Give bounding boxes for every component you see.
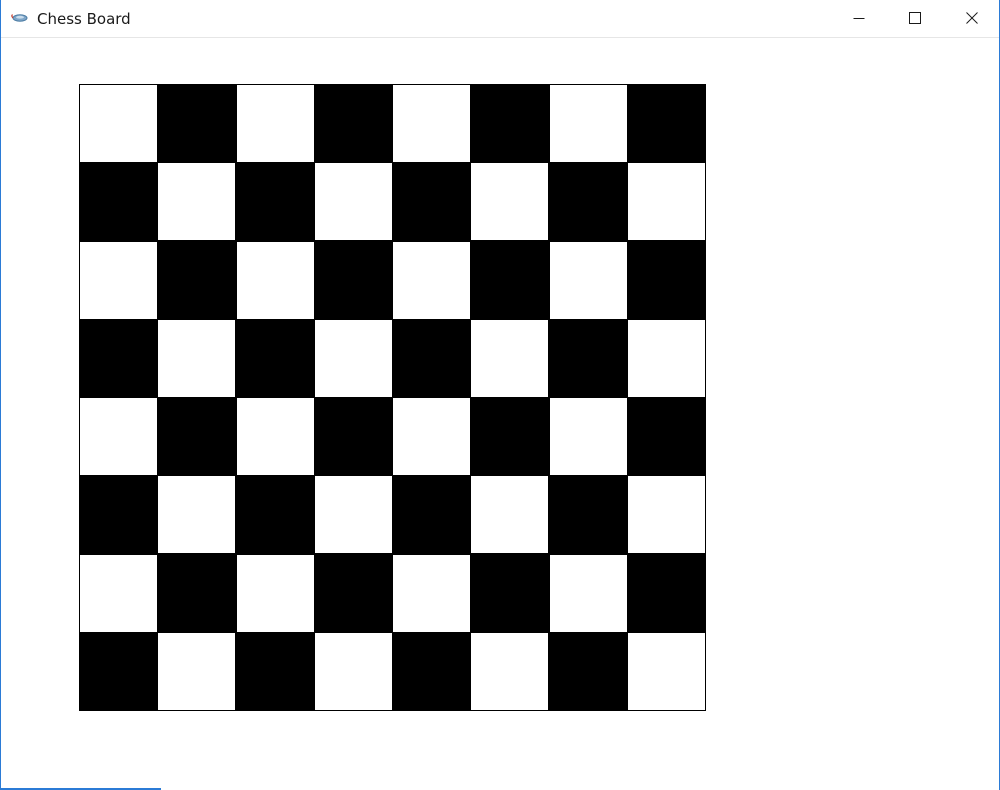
board-square[interactable] xyxy=(157,240,237,320)
window-client-area xyxy=(1,38,999,790)
board-square[interactable] xyxy=(470,162,550,242)
board-square[interactable] xyxy=(79,84,158,163)
chess-board[interactable] xyxy=(79,84,706,711)
board-square[interactable] xyxy=(79,553,158,633)
board-square[interactable] xyxy=(235,84,315,163)
board-square[interactable] xyxy=(548,162,628,242)
board-square[interactable] xyxy=(79,397,158,476)
board-square[interactable] xyxy=(626,318,706,398)
close-button[interactable] xyxy=(949,0,995,36)
java-app-icon xyxy=(11,10,29,24)
board-square[interactable] xyxy=(157,475,237,555)
board-square[interactable] xyxy=(470,318,550,398)
board-square[interactable] xyxy=(470,397,550,476)
app-window: Chess Board xyxy=(0,0,1000,790)
maximize-button[interactable] xyxy=(892,0,938,36)
board-square[interactable] xyxy=(470,475,550,555)
board-square[interactable] xyxy=(157,397,237,476)
board-square[interactable] xyxy=(626,240,706,320)
minimize-icon xyxy=(853,12,865,24)
board-square[interactable] xyxy=(157,631,237,711)
board-square[interactable] xyxy=(392,84,471,163)
board-square[interactable] xyxy=(548,84,628,163)
board-square[interactable] xyxy=(313,553,393,633)
board-square[interactable] xyxy=(79,318,158,398)
board-square[interactable] xyxy=(470,553,550,633)
board-square[interactable] xyxy=(626,162,706,242)
board-square[interactable] xyxy=(470,631,550,711)
board-square[interactable] xyxy=(470,84,550,163)
board-square[interactable] xyxy=(157,84,237,163)
board-square[interactable] xyxy=(235,631,315,711)
board-square[interactable] xyxy=(313,162,393,242)
board-square[interactable] xyxy=(235,475,315,555)
board-square[interactable] xyxy=(626,475,706,555)
board-square[interactable] xyxy=(235,162,315,242)
board-square[interactable] xyxy=(79,240,158,320)
board-square[interactable] xyxy=(548,631,628,711)
board-square[interactable] xyxy=(626,631,706,711)
board-square[interactable] xyxy=(392,475,471,555)
board-square[interactable] xyxy=(235,553,315,633)
board-square[interactable] xyxy=(548,318,628,398)
board-square[interactable] xyxy=(626,397,706,476)
board-square[interactable] xyxy=(626,553,706,633)
board-square[interactable] xyxy=(313,318,393,398)
minimize-button[interactable] xyxy=(836,0,882,36)
board-square[interactable] xyxy=(157,162,237,242)
board-square[interactable] xyxy=(157,553,237,633)
board-square[interactable] xyxy=(313,475,393,555)
board-square[interactable] xyxy=(548,475,628,555)
board-square[interactable] xyxy=(626,84,706,163)
board-square[interactable] xyxy=(157,318,237,398)
board-square[interactable] xyxy=(392,397,471,476)
board-square[interactable] xyxy=(235,240,315,320)
board-square[interactable] xyxy=(470,240,550,320)
board-square[interactable] xyxy=(79,162,158,242)
close-icon xyxy=(966,12,978,24)
board-square[interactable] xyxy=(235,397,315,476)
board-square[interactable] xyxy=(392,553,471,633)
maximize-icon xyxy=(909,12,921,24)
board-square[interactable] xyxy=(392,631,471,711)
window-title: Chess Board xyxy=(37,10,131,28)
board-square[interactable] xyxy=(392,162,471,242)
board-square[interactable] xyxy=(548,240,628,320)
board-square[interactable] xyxy=(392,240,471,320)
board-square[interactable] xyxy=(79,475,158,555)
board-square[interactable] xyxy=(392,318,471,398)
board-square[interactable] xyxy=(235,318,315,398)
board-square[interactable] xyxy=(79,631,158,711)
board-square[interactable] xyxy=(313,397,393,476)
board-square[interactable] xyxy=(313,240,393,320)
board-square[interactable] xyxy=(313,631,393,711)
board-square[interactable] xyxy=(548,397,628,476)
board-square[interactable] xyxy=(313,84,393,163)
title-bar[interactable]: Chess Board xyxy=(1,0,999,38)
board-square[interactable] xyxy=(548,553,628,633)
